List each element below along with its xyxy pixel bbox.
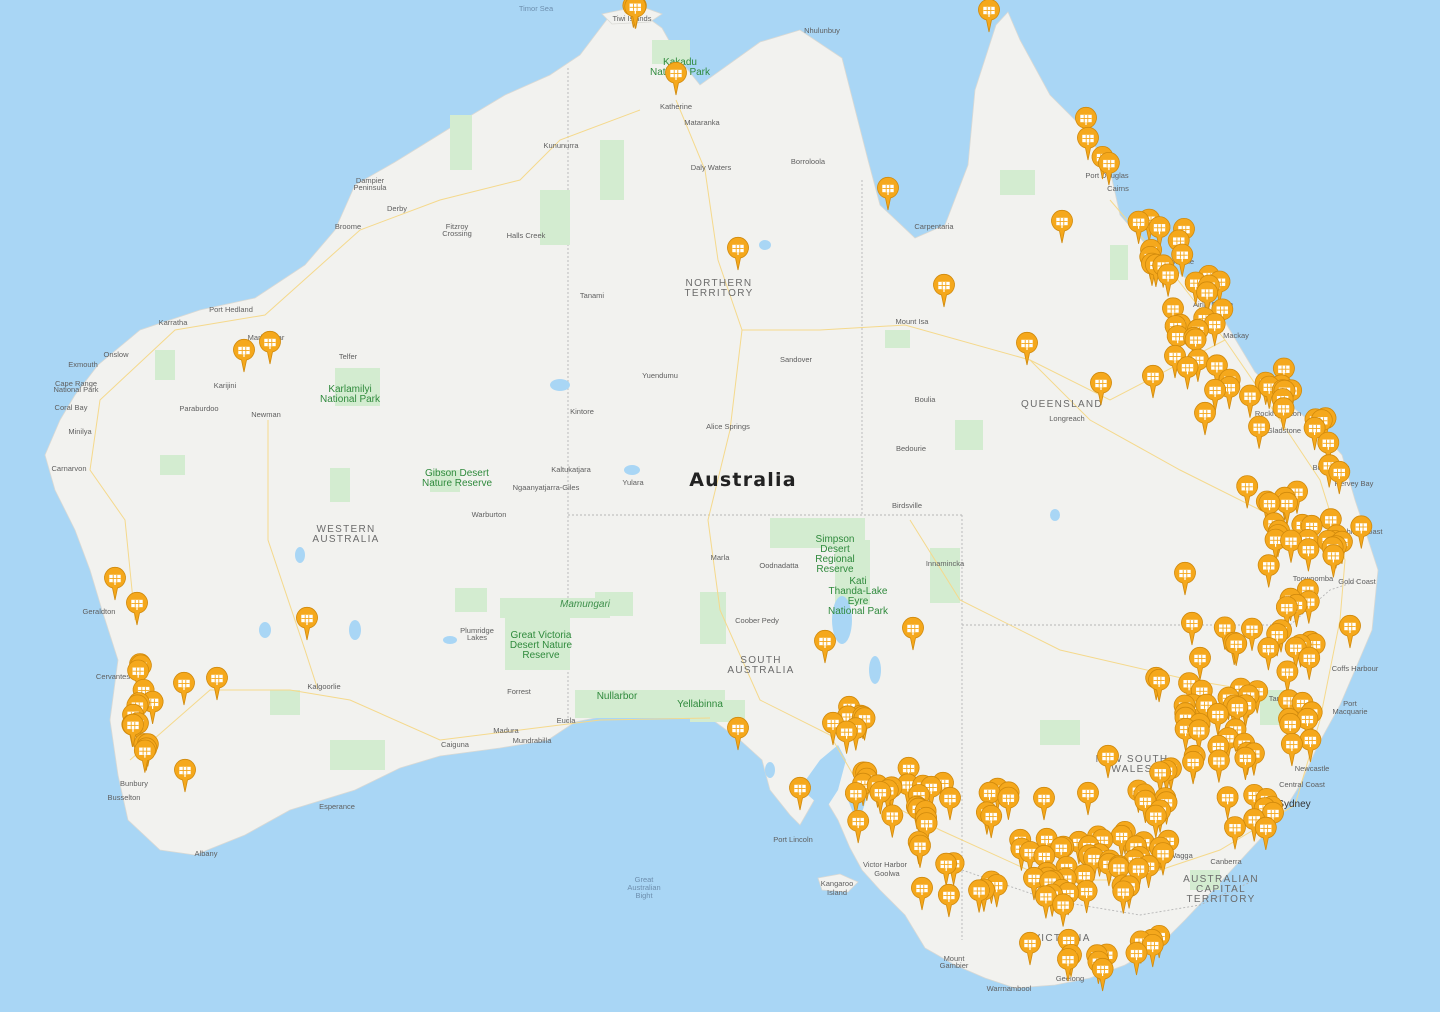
state-label: TERRITORY bbox=[684, 288, 753, 299]
place-label: Halls Creek bbox=[507, 231, 546, 240]
place-label: Warburton bbox=[472, 510, 507, 519]
place-label: Kangaroo bbox=[821, 879, 854, 888]
place-label: Peninsula bbox=[354, 183, 388, 192]
place-label: Eucla bbox=[557, 716, 577, 725]
place-label: Innamincka bbox=[926, 559, 965, 568]
place-label: Katherine bbox=[660, 102, 692, 111]
place-label: Yulara bbox=[622, 478, 644, 487]
place-label: Kununurra bbox=[543, 141, 579, 150]
place-label: Minilya bbox=[68, 427, 92, 436]
place-label: Carnarvon bbox=[51, 464, 86, 473]
place-label: Warrnambool bbox=[987, 984, 1032, 993]
place-label: Gold Coast bbox=[1338, 577, 1376, 586]
place-label: Victor Harbor bbox=[863, 860, 908, 869]
place-label: Mount Isa bbox=[896, 317, 930, 326]
place-label: Cervantes bbox=[96, 672, 130, 681]
place-label: Mundrabilla bbox=[513, 736, 553, 745]
place-label: Kalgoorlie bbox=[307, 682, 340, 691]
svg-text:Nature Reserve: Nature Reserve bbox=[422, 478, 492, 489]
place-label: Geraldton bbox=[83, 607, 116, 616]
place-label: Birdsville bbox=[892, 501, 922, 510]
place-label: Borroloola bbox=[791, 157, 826, 166]
place-label: Cairns bbox=[1107, 184, 1129, 193]
place-label: Island bbox=[827, 888, 847, 897]
svg-text:Yellabinna: Yellabinna bbox=[677, 699, 723, 710]
place-label: Nhulunbuy bbox=[804, 26, 840, 35]
country-label: Australia bbox=[689, 469, 796, 491]
place-label: Newman bbox=[251, 410, 281, 419]
svg-text:National Park: National Park bbox=[828, 606, 889, 617]
state-label: QUEENSLAND bbox=[1021, 399, 1103, 410]
place-label: Longreach bbox=[1049, 414, 1084, 423]
place-label: Alice Springs bbox=[706, 422, 750, 431]
place-label: Broome bbox=[335, 222, 361, 231]
place-label: Macquarie bbox=[1332, 707, 1367, 716]
svg-text:Mamungari: Mamungari bbox=[560, 599, 611, 610]
place-label: Carpentaria bbox=[914, 222, 954, 231]
state-label: AUSTRALIA bbox=[312, 534, 379, 545]
state-label: TERRITORY bbox=[1186, 894, 1255, 905]
place-label: Daly Waters bbox=[691, 163, 732, 172]
place-label: Caiguna bbox=[441, 740, 470, 749]
place-label: Kaltukatjara bbox=[551, 465, 591, 474]
state-label: AUSTRALIA bbox=[727, 665, 794, 676]
place-label: Busselton bbox=[108, 793, 141, 802]
place-label: Mataranka bbox=[684, 118, 720, 127]
place-label: Oodnadatta bbox=[759, 561, 799, 570]
place-label: Tanami bbox=[580, 291, 605, 300]
place-label: Port Lincoln bbox=[773, 835, 813, 844]
place-label: Geelong bbox=[1056, 974, 1084, 983]
place-label: Exmouth bbox=[68, 360, 98, 369]
place-label: Goolwa bbox=[874, 869, 900, 878]
place-label: Mackay bbox=[1223, 331, 1249, 340]
place-label: Lakes bbox=[467, 633, 487, 642]
map-canvas[interactable]: NORTHERN TERRITORY WESTERN AUSTRALIA QUE… bbox=[0, 0, 1440, 1012]
place-label: Newcastle bbox=[1295, 764, 1330, 773]
place-label: Bedourie bbox=[896, 444, 926, 453]
svg-text:Timor Sea: Timor Sea bbox=[519, 4, 554, 13]
place-label: Central Coast bbox=[1279, 780, 1326, 789]
place-label: Forrest bbox=[507, 687, 532, 696]
place-label: Ngaanyatjarra-Giles bbox=[513, 483, 580, 492]
svg-text:National Park: National Park bbox=[320, 394, 381, 405]
svg-text:Nullarbor: Nullarbor bbox=[597, 691, 638, 702]
place-label: Gambier bbox=[940, 961, 969, 970]
place-label: Port Hedland bbox=[209, 305, 253, 314]
place-label: Esperance bbox=[319, 802, 355, 811]
svg-text:Bight: Bight bbox=[635, 891, 653, 900]
place-label: Paraburdoo bbox=[179, 404, 218, 413]
place-label: Marla bbox=[711, 553, 731, 562]
svg-text:Reserve: Reserve bbox=[522, 650, 560, 661]
place-label: Telfer bbox=[339, 352, 358, 361]
place-label: Kintore bbox=[570, 407, 594, 416]
place-label: Derby bbox=[387, 204, 407, 213]
svg-text:Reserve: Reserve bbox=[816, 564, 854, 575]
place-label: Onslow bbox=[103, 350, 129, 359]
place-label: Karratha bbox=[159, 318, 189, 327]
place-label: Coober Pedy bbox=[735, 616, 779, 625]
place-label: Albany bbox=[195, 849, 218, 858]
place-label: National Park bbox=[53, 385, 98, 394]
place-label: Crossing bbox=[442, 229, 472, 238]
place-label: Canberra bbox=[1210, 857, 1242, 866]
place-label: Bunbury bbox=[120, 779, 148, 788]
state-label: WALES bbox=[1111, 764, 1152, 775]
place-label: Sandover bbox=[780, 355, 813, 364]
place-label: Boulia bbox=[915, 395, 937, 404]
place-label: Madura bbox=[493, 726, 519, 735]
place-label: Yuendumu bbox=[642, 371, 678, 380]
place-label: Karijini bbox=[214, 381, 237, 390]
place-label: Coral Bay bbox=[55, 403, 88, 412]
place-label: Coffs Harbour bbox=[1332, 664, 1379, 673]
